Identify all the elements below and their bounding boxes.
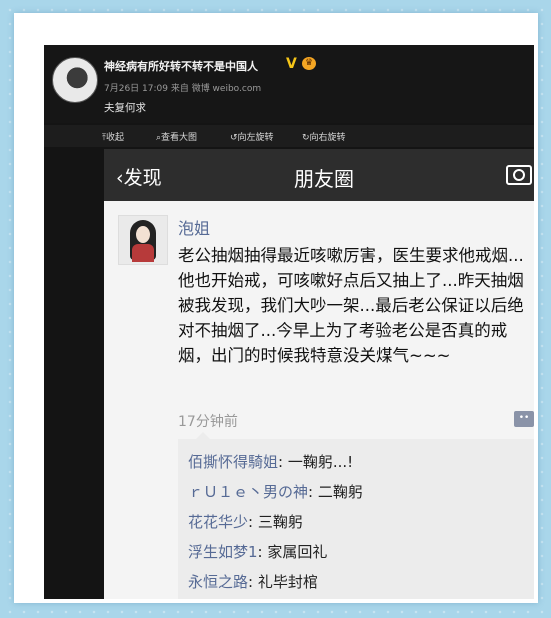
comment-user[interactable]: 永恒之路 <box>188 573 248 591</box>
view-large-button[interactable]: ⌕查看大图 <box>156 130 197 143</box>
rotate-left-label: 向左旋转 <box>237 133 274 143</box>
comment-user[interactable]: 佰撕怀得騎姐 <box>188 453 278 471</box>
moment-time: 17分钟前 <box>178 414 238 430</box>
moment-text: 老公抽烟抽得最近咳嗽厉害，医生要求他戒烟...他也开始戒，可咳嗽好点后又抽上了.… <box>178 246 524 365</box>
view-large-label: 查看大图 <box>161 133 198 143</box>
post-meta: 7月26日 17:09 来自 微博 weibo.com <box>104 84 262 94</box>
navbar: ‹发现 朋友圈 <box>104 149 534 201</box>
username[interactable]: 神经病有所好转不转不是中国人 <box>104 58 258 74</box>
camera-icon[interactable] <box>506 165 532 185</box>
comment-text: 家属回礼 <box>267 543 328 561</box>
rotate-right-button[interactable]: ↻向右旋转 <box>302 130 346 143</box>
avatar[interactable] <box>52 57 98 103</box>
comment-row: 浮生如梦1: 家属回礼 <box>188 543 328 561</box>
wechat-moments-screenshot: ‹发现 朋友圈 泡姐 老公抽烟抽得最近咳嗽厉害，医生要求他戒烟...他也开始戒，… <box>104 149 534 599</box>
screenshot: 神经病有所好转不转不是中国人 V ♛ 7月26日 17:09 来自 微博 wei… <box>44 45 534 599</box>
comment-row: 永恒之路: 礼毕封棺 <box>188 573 318 591</box>
back-button[interactable]: ‹发现 <box>116 163 162 190</box>
more-icon[interactable]: •• <box>514 411 534 427</box>
chevron-left-icon: ‹ <box>116 167 124 189</box>
rotate-right-label: 向右旋转 <box>309 133 346 143</box>
back-label: 发现 <box>123 167 162 189</box>
weibo-post-text: 夫复何求 <box>104 102 146 114</box>
collapse-button[interactable]: ⤒收起 <box>102 130 124 143</box>
comment-text: 礼毕封棺 <box>257 573 318 591</box>
comments-box: 佰撕怀得騎姐: 一鞠躬...! ｒＵ１ｅ丶男の神: 二鞠躬 花花华少: 三鞠躬 … <box>178 432 534 599</box>
member-crown-icon: ♛ <box>302 57 316 70</box>
rotate-left-icon: ↺ <box>230 133 238 143</box>
comment-text: 二鞠躬 <box>317 483 363 501</box>
comment-row: 花花华少: 三鞠躬 <box>188 513 303 531</box>
comment-text: 一鞠躬...! <box>287 453 354 471</box>
image-frame: 神经病有所好转不转不是中国人 V ♛ 7月26日 17:09 来自 微博 wei… <box>14 13 538 603</box>
rotate-left-button[interactable]: ↺向左旋转 <box>230 130 274 143</box>
comment-row: ｒＵ１ｅ丶男の神: 二鞠躬 <box>188 483 363 501</box>
poster-avatar[interactable] <box>118 215 168 265</box>
comment-user[interactable]: 浮生如梦1 <box>188 543 258 561</box>
comment-user[interactable]: 花花华少 <box>188 513 248 531</box>
verified-badge: V <box>286 56 297 72</box>
poster-name[interactable]: 泡姐 <box>178 215 210 239</box>
collapse-label: 收起 <box>105 133 124 143</box>
comment-text: 三鞠躬 <box>257 513 303 531</box>
comment-row: 佰撕怀得騎姐: 一鞠躬...! <box>188 453 354 471</box>
page-title: 朋友圈 <box>294 167 354 191</box>
rotate-right-icon: ↻ <box>302 133 310 143</box>
comment-user[interactable]: ｒＵ１ｅ丶男の神 <box>188 483 308 501</box>
weibo-header: 神经病有所好转不转不是中国人 V ♛ 7月26日 17:09 来自 微博 wei… <box>44 45 534 123</box>
image-toolbar: ⤒收起 ⌕查看大图 ↺向左旋转 ↻向右旋转 <box>44 125 534 147</box>
